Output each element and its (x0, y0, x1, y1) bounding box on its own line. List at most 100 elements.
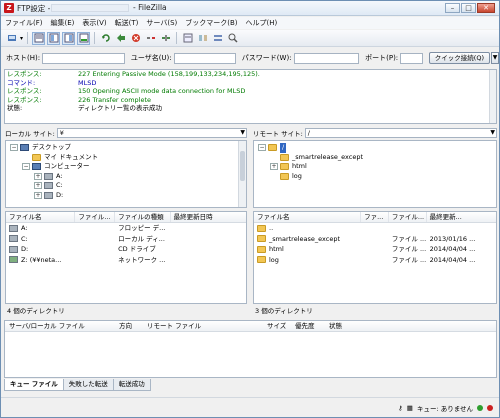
floppy-drive-icon (44, 172, 53, 180)
tab-queued-files[interactable]: キュー ファイル (4, 379, 64, 391)
synchronized-browsing-icon[interactable] (211, 32, 224, 45)
menu-server[interactable]: サーバ(S) (146, 18, 177, 28)
host-input[interactable] (42, 52, 125, 64)
log-entry: レスポンス: 226 Transfer complete (5, 96, 496, 105)
username-input[interactable] (173, 52, 236, 64)
column-header-direction[interactable]: 方向 (115, 321, 143, 331)
local-site-bar: ローカル サイト: ¥ ▼ (5, 127, 247, 139)
column-header-server-local-file[interactable]: サーバ/ローカル ファイル (5, 321, 115, 331)
minimize-button[interactable]: – (445, 3, 460, 13)
column-header-filesize[interactable]: ファ... (361, 212, 389, 222)
directory-listing-filters-icon[interactable] (181, 32, 194, 45)
remote-site-label: リモート サイト: (253, 130, 303, 138)
expand-icon[interactable]: + (270, 163, 278, 171)
quickconnect-button[interactable]: クイック接続(Q) (428, 52, 490, 64)
tree-item-smartrelease-except[interactable]: _smartrelease_except (258, 153, 496, 163)
collapse-icon[interactable]: − (22, 163, 30, 171)
compare-directories-icon[interactable] (196, 32, 209, 45)
port-input[interactable] (400, 52, 423, 64)
quickconnect-history-dropdown[interactable]: ▼ (491, 52, 500, 64)
tree-item-log[interactable]: log (258, 172, 496, 182)
tree-item-label: デスクトップ (32, 143, 71, 151)
expand-icon[interactable]: + (34, 172, 42, 180)
column-header-filesize[interactable]: ファイル... (75, 212, 116, 222)
file-row[interactable]: D: CD ドライブ (6, 244, 246, 255)
search-remote-files-icon[interactable] (226, 32, 239, 45)
expand-icon[interactable]: + (34, 182, 42, 190)
remote-site-path-input[interactable]: / ▼ (304, 128, 497, 138)
password-input[interactable] (293, 52, 360, 64)
chevron-down-icon[interactable]: ▼ (490, 129, 495, 137)
menu-file[interactable]: ファイル(F) (5, 18, 43, 28)
tab-failed-transfers[interactable]: 失敗した転送 (62, 379, 114, 391)
local-tree-scrollbar[interactable] (238, 141, 246, 207)
toolbar-separator (176, 32, 178, 44)
column-header-size[interactable]: サイズ (263, 321, 291, 331)
column-header-filename[interactable]: ファイル名 (6, 212, 76, 222)
folder-icon (257, 256, 266, 264)
reconnect-icon[interactable] (159, 32, 172, 45)
queue-status: キュー: ありません (416, 405, 473, 413)
menu-bookmarks[interactable]: ブックマーク(B) (185, 18, 237, 28)
menu-view[interactable]: 表示(V) (82, 18, 106, 28)
file-row[interactable]: Z: (¥¥neta... ネットワーク ... (6, 255, 246, 266)
toggle-local-tree-icon[interactable] (47, 31, 61, 45)
chevron-down-icon[interactable]: ▼ (240, 129, 245, 137)
tree-item-desktop[interactable]: − デスクトップ (10, 143, 246, 153)
column-header-modified[interactable]: 最終更新日時 (171, 212, 246, 222)
remote-site-path: / (307, 129, 310, 137)
tree-item-drive-d[interactable]: + D: (10, 191, 246, 201)
toggle-remote-tree-icon[interactable] (62, 31, 76, 45)
toolbar: ▾ (1, 30, 499, 47)
folder-icon (280, 153, 289, 161)
tree-item-drive-c[interactable]: + C: (10, 181, 246, 191)
collapse-icon[interactable]: − (10, 144, 18, 152)
file-type: フロッピー デ... (118, 224, 166, 232)
menu-help[interactable]: ヘルプ(H) (246, 18, 278, 28)
column-header-priority[interactable]: 優先度 (291, 321, 325, 331)
tree-item-drive-a[interactable]: + A: (10, 172, 246, 182)
disconnect-icon[interactable] (144, 32, 157, 45)
menu-transfer[interactable]: 転送(T) (115, 18, 139, 28)
refresh-icon[interactable] (99, 32, 112, 45)
collapse-icon[interactable]: − (258, 144, 266, 152)
local-site-path-input[interactable]: ¥ ▼ (56, 128, 247, 138)
site-manager-icon[interactable] (5, 32, 18, 45)
column-header-status[interactable]: 状態 (325, 321, 365, 331)
column-header-modified[interactable]: 最終更新... (427, 212, 496, 222)
site-manager-dropdown-icon[interactable]: ▾ (20, 35, 23, 42)
toggle-queue-icon[interactable] (77, 31, 91, 45)
file-row[interactable]: html ファイル ... 2014/04/04 ... (254, 244, 496, 255)
file-row[interactable]: _smartrelease_except ファイル ... 2013/01/16… (254, 234, 496, 245)
file-row[interactable]: .. (254, 223, 496, 234)
tree-item-my-documents[interactable]: マイ ドキュメント (10, 153, 246, 163)
tree-item-computer[interactable]: − コンピューター (10, 162, 246, 172)
local-file-list-header: ファイル名 ファイル... ファイルの種類 最終更新日時 (6, 212, 246, 223)
log-entry: レスポンス: 227 Entering Passive Mode (158,19… (5, 70, 496, 79)
column-header-remote-file[interactable]: リモート ファイル (143, 321, 263, 331)
column-header-filetype[interactable]: ファイルの種類 (115, 212, 171, 222)
column-header-filetype[interactable]: ファイル... (389, 212, 427, 222)
maximize-button[interactable]: □ (461, 3, 476, 13)
message-log: レスポンス: 227 Entering Passive Mode (158,19… (4, 69, 497, 124)
process-queue-icon[interactable] (114, 32, 127, 45)
tree-item-html[interactable]: + html (258, 162, 496, 172)
file-row[interactable]: log ファイル ... 2014/04/04 ... (254, 255, 496, 266)
file-row[interactable]: A: フロッピー デ... (6, 223, 246, 234)
expand-icon[interactable]: + (34, 191, 42, 199)
tree-item-root[interactable]: − / (258, 143, 496, 153)
close-button[interactable]: ✕ (477, 3, 495, 13)
scrollbar-thumb[interactable] (240, 151, 245, 181)
column-header-filename[interactable]: ファイル名 (254, 212, 362, 222)
speed-limit-icon[interactable]: ▦ (407, 404, 413, 412)
log-scrollbar[interactable] (489, 70, 496, 123)
file-row[interactable]: C: ローカル ディ... (6, 234, 246, 245)
toggle-log-icon[interactable] (32, 31, 46, 45)
menu-edit[interactable]: 編集(E) (51, 18, 75, 28)
cd-drive-icon (9, 245, 18, 253)
key-icon: ⚷ (398, 404, 403, 412)
tab-successful-transfers[interactable]: 転送成功 (112, 379, 151, 391)
cancel-operation-icon[interactable] (129, 32, 142, 45)
tree-item-label: _smartrelease_except (292, 152, 363, 161)
log-entry-message: 226 Transfer complete (78, 95, 152, 104)
